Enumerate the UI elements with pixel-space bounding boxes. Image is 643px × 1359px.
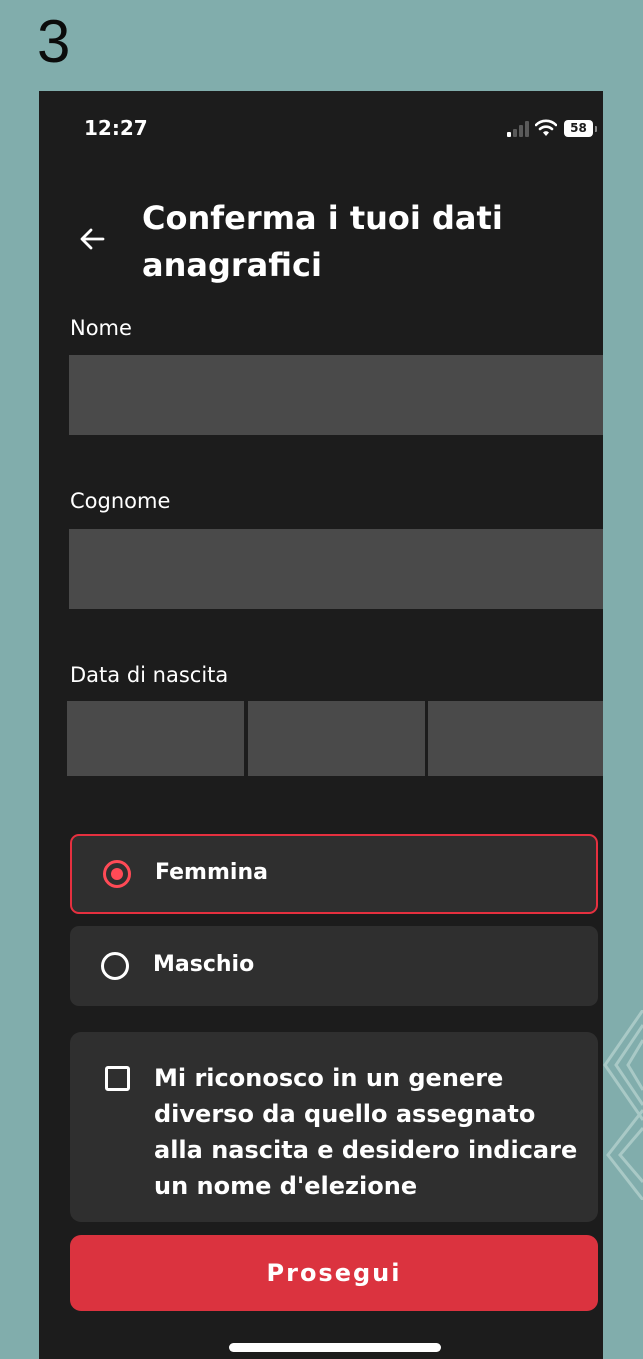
battery-tip [595, 126, 597, 132]
last-name-label: Cognome [70, 489, 171, 513]
last-name-field[interactable] [69, 529, 603, 609]
continue-button[interactable]: Prosegui [70, 1235, 598, 1311]
decorative-leaf-pattern [603, 1010, 643, 1200]
gender-option-female[interactable]: Femmina [70, 834, 598, 914]
first-name-label: Nome [70, 316, 132, 340]
step-number: 3 [37, 8, 71, 75]
battery-icon: 58 [564, 120, 593, 137]
gender-option-label: Maschio [153, 952, 255, 977]
birth-date-label: Data di nascita [70, 663, 229, 687]
first-name-field[interactable] [69, 355, 603, 435]
phone-screen: 12:27 58 Conferma i tuoi dati anagrafici… [39, 91, 603, 1359]
birth-year-field[interactable] [428, 701, 603, 776]
wifi-icon [535, 119, 557, 136]
back-button[interactable] [75, 221, 115, 257]
page-title: Conferma i tuoi dati anagrafici [142, 199, 503, 284]
radio-selected-icon [103, 860, 131, 888]
home-indicator [229, 1343, 441, 1352]
checkbox-label: Mi riconosco in un genere diverso da que… [154, 1064, 578, 1200]
status-time: 12:27 [84, 116, 148, 140]
checkbox-icon[interactable] [105, 1066, 130, 1091]
birth-month-field[interactable] [248, 701, 425, 776]
chosen-name-checkbox-option[interactable]: Mi riconosco in un genere diverso da que… [70, 1032, 598, 1222]
birth-day-field[interactable] [67, 701, 244, 776]
signal-icon [507, 121, 531, 137]
radio-dot [111, 868, 123, 880]
gender-option-male[interactable]: Maschio [70, 926, 598, 1006]
gender-option-label: Femmina [155, 860, 268, 885]
status-icons: 58 [507, 118, 597, 140]
back-arrow-icon [80, 228, 105, 250]
radio-empty-icon [101, 952, 129, 980]
